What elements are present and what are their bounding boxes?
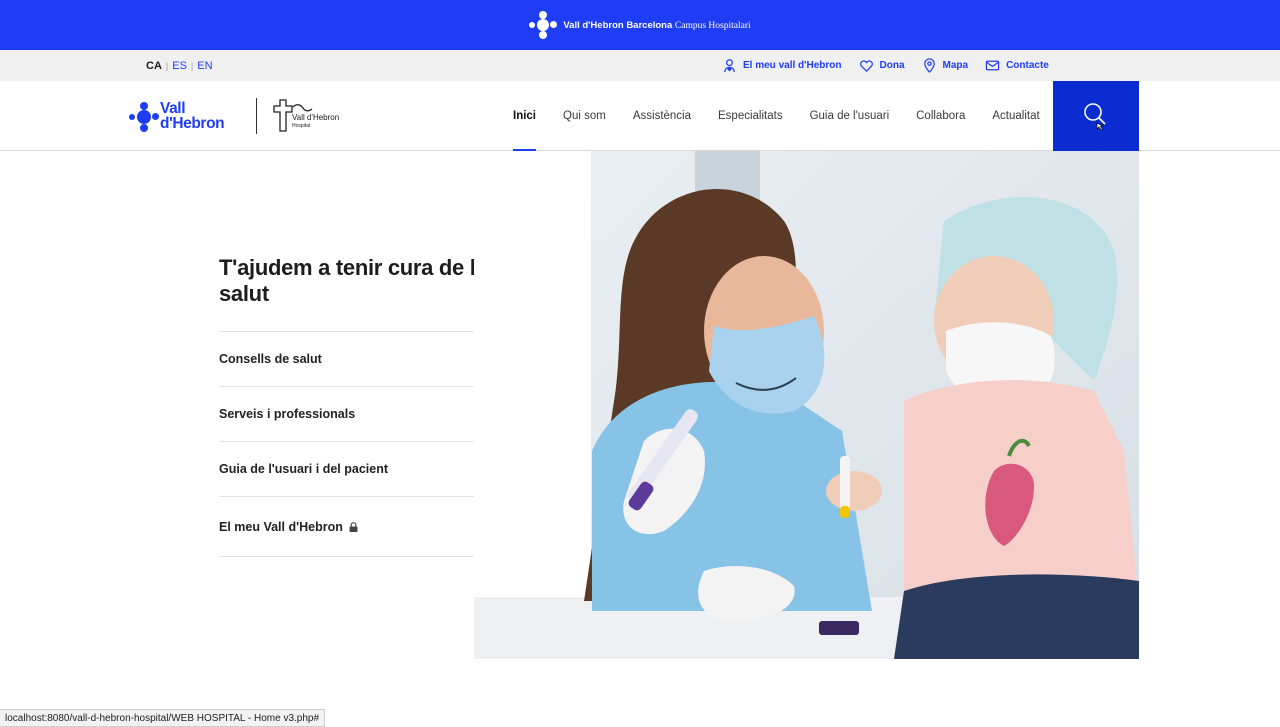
envelope-icon [985, 60, 1000, 71]
search-icon [1084, 103, 1106, 131]
lang-ca[interactable]: CA [146, 60, 162, 72]
campus-top-bar: Vall d'Hebron Barcelona Campus Hospitala… [0, 0, 1280, 50]
hospital-logo[interactable]: Vall d'Hebron Hospital [273, 99, 353, 133]
quick-link-label: Consells de salut [219, 352, 322, 366]
link-my-vall-hebron[interactable]: El meu vall d'Hebron [722, 58, 842, 73]
quick-link-label: El meu Vall d'Hebron [219, 519, 343, 534]
link-label: El meu vall d'Hebron [743, 60, 842, 71]
vall-hebron-mark-icon [529, 11, 558, 39]
lang-separator: | [165, 60, 169, 71]
hero-photo-illustration [474, 151, 1139, 659]
lock-icon [349, 521, 358, 532]
vall-hebron-mark-icon [129, 102, 159, 132]
main-nav: Inici Qui som Assistència Especialitats … [513, 81, 1067, 152]
lang-separator: | [190, 60, 194, 71]
utility-bar: CA | ES | EN El meu vall d'Hebron Dona M… [0, 50, 1280, 81]
nav-especialitats[interactable]: Especialitats [718, 81, 783, 151]
browser-status-bar: localhost:8080/vall-d-hebron-hospital/WE… [0, 709, 326, 727]
nav-actualitat[interactable]: Actualitat [992, 81, 1039, 151]
language-switcher: CA | ES | EN [146, 50, 213, 81]
vall-hebron-logo[interactable]: Vall d'Hebron [129, 99, 241, 135]
search-button[interactable] [1053, 81, 1139, 151]
campus-brand-subtitle: Campus Hospitalari [674, 20, 751, 31]
link-donate[interactable]: Dona [859, 58, 905, 73]
link-map[interactable]: Mapa [922, 58, 969, 73]
heart-icon [859, 60, 873, 72]
quick-link-label: Guia de l'usuari i del pacient [219, 462, 388, 476]
nav-guia-usuari[interactable]: Guia de l'usuari [810, 81, 890, 151]
utility-links: El meu vall d'Hebron Dona Mapa Contacte [722, 50, 1049, 81]
nav-qui-som[interactable]: Qui som [563, 81, 606, 151]
main-header: Vall d'Hebron Vall d'Hebron Hospital Ini… [0, 81, 1280, 152]
link-label: Dona [879, 60, 905, 71]
link-label: Mapa [942, 60, 969, 71]
logo-line-2: d'Hebron [160, 115, 225, 132]
link-contact[interactable]: Contacte [985, 58, 1049, 73]
link-label: Contacte [1006, 60, 1049, 71]
nav-assistencia[interactable]: Assistència [633, 81, 691, 151]
hospital-logo-name: Vall d'Hebron [292, 113, 340, 122]
nav-inici[interactable]: Inici [513, 81, 537, 152]
nav-collabora[interactable]: Collabora [916, 81, 965, 151]
lang-en[interactable]: EN [197, 60, 212, 72]
map-pin-icon [923, 58, 935, 73]
user-heart-icon [724, 59, 735, 73]
campus-brand-name: Vall d'Hebron Barcelona [563, 19, 673, 31]
hero-photo [474, 151, 1139, 659]
quick-link-label: Serveis i professionals [219, 407, 356, 421]
logo-line-1: Vall [160, 100, 186, 117]
campus-brand[interactable]: Vall d'Hebron Barcelona Campus Hospitala… [529, 11, 751, 39]
logo-divider [256, 98, 257, 134]
lang-es[interactable]: ES [172, 60, 187, 72]
hospital-logo-sub: Hospital [292, 123, 311, 129]
